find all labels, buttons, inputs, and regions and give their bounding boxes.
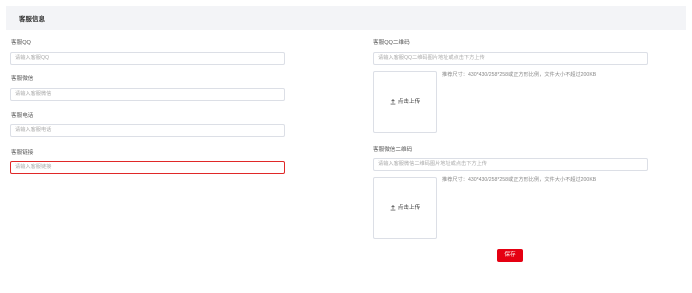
qq-qrcode-upload[interactable]: 点击上传 xyxy=(373,71,437,133)
save-button[interactable]: 保存 xyxy=(497,249,523,262)
qq-qrcode-hint: 推荐尺寸：430*430/258*258或正方形比例，文件大小不超过200KB xyxy=(442,72,597,78)
qq-input[interactable]: 请输入客服QQ xyxy=(10,52,285,65)
wechat-qrcode-label: 客服微信二维码 xyxy=(373,147,413,153)
upload-icon xyxy=(390,98,396,104)
wechat-input[interactable]: 请输入客服微信 xyxy=(10,88,285,101)
wechat-qrcode-hint: 推荐尺寸：430*430/258*258或正方形比例，文件大小不超过200KB xyxy=(442,177,597,183)
phone-input[interactable]: 请输入客服电话 xyxy=(10,124,285,137)
qq-qrcode-upload-label: 点击上传 xyxy=(397,99,421,105)
wechat-qrcode-input[interactable]: 请输入客服微信二维码图片地址或点击下方上传 xyxy=(373,158,648,171)
wechat-label: 客服微信 xyxy=(11,76,34,82)
phone-label: 客服电话 xyxy=(11,113,34,119)
link-input[interactable]: 请输入客服链接 xyxy=(10,161,285,174)
section-header: 客服信息 xyxy=(6,6,686,30)
qq-qrcode-input[interactable]: 请输入客服QQ二维码图片地址或点击下方上传 xyxy=(373,52,648,65)
link-label: 客服链接 xyxy=(11,150,34,156)
upload-icon xyxy=(390,204,396,210)
qq-label: 客服QQ xyxy=(11,40,31,46)
wechat-qrcode-upload[interactable]: 点击上传 xyxy=(373,177,437,239)
qq-qrcode-label: 客服QQ二维码 xyxy=(373,40,410,46)
wechat-qrcode-upload-label: 点击上传 xyxy=(397,205,421,211)
section-title: 客服信息 xyxy=(19,16,45,23)
